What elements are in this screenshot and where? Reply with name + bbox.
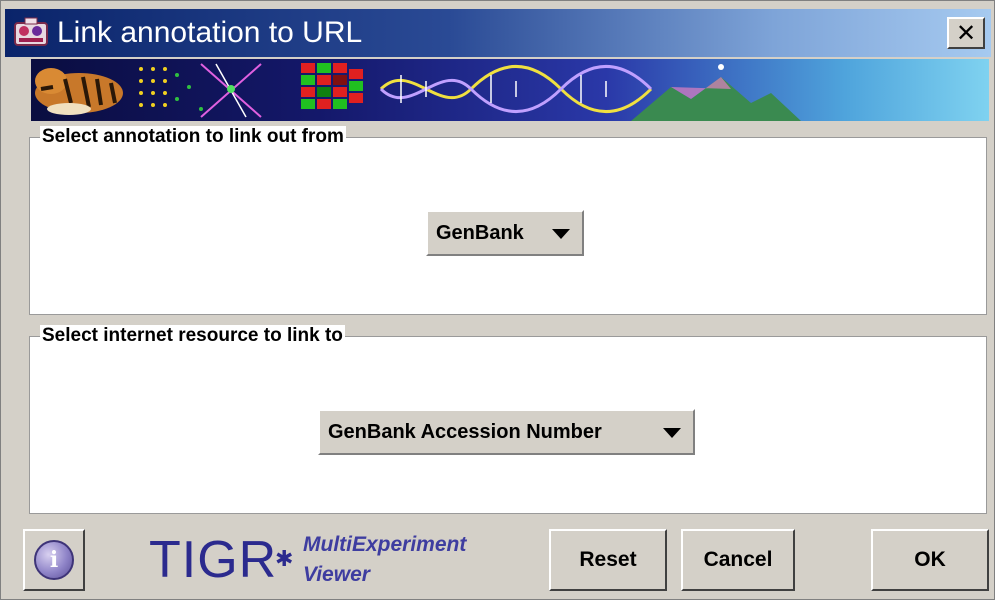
resource-group-label: Select internet resource to link to: [40, 325, 345, 347]
logo-star-icon: ✱: [275, 546, 294, 571]
info-icon: i: [34, 540, 74, 580]
dialog-window: Link annotation to URL ✕ Select annotati…: [0, 0, 995, 600]
annotation-select-value: GenBank: [436, 221, 524, 244]
window-title: Link annotation to URL: [57, 16, 363, 49]
logo-main-text: TIGR: [149, 531, 278, 589]
annotation-group: Select annotation to link out from GenBa…: [29, 126, 987, 315]
resource-select-value: GenBank Accession Number: [328, 420, 602, 443]
tigr-logo: TIGR ✱ MultiExperiment Viewer: [149, 529, 499, 591]
banner-artwork: [35, 63, 801, 121]
info-button[interactable]: i: [23, 529, 85, 591]
close-button[interactable]: ✕: [947, 17, 985, 49]
ok-button[interactable]: OK: [871, 529, 989, 591]
logo-subtitle-line-1: MultiExperiment: [303, 533, 467, 556]
app-icon: [14, 17, 48, 46]
chevron-down-icon: [552, 229, 570, 239]
resource-group: Select internet resource to link to GenB…: [29, 325, 987, 514]
reset-button[interactable]: Reset: [549, 529, 667, 591]
annotation-group-label: Select annotation to link out from: [40, 126, 346, 148]
banner-image: [31, 59, 989, 121]
title-bar: Link annotation to URL ✕: [5, 9, 991, 57]
chevron-down-icon: [663, 428, 681, 438]
close-icon: ✕: [955, 19, 977, 47]
resource-select[interactable]: GenBank Accession Number: [318, 409, 695, 455]
annotation-select[interactable]: GenBank: [426, 210, 584, 256]
cancel-button[interactable]: Cancel: [681, 529, 795, 591]
logo-subtitle-line-2: Viewer: [303, 563, 370, 586]
